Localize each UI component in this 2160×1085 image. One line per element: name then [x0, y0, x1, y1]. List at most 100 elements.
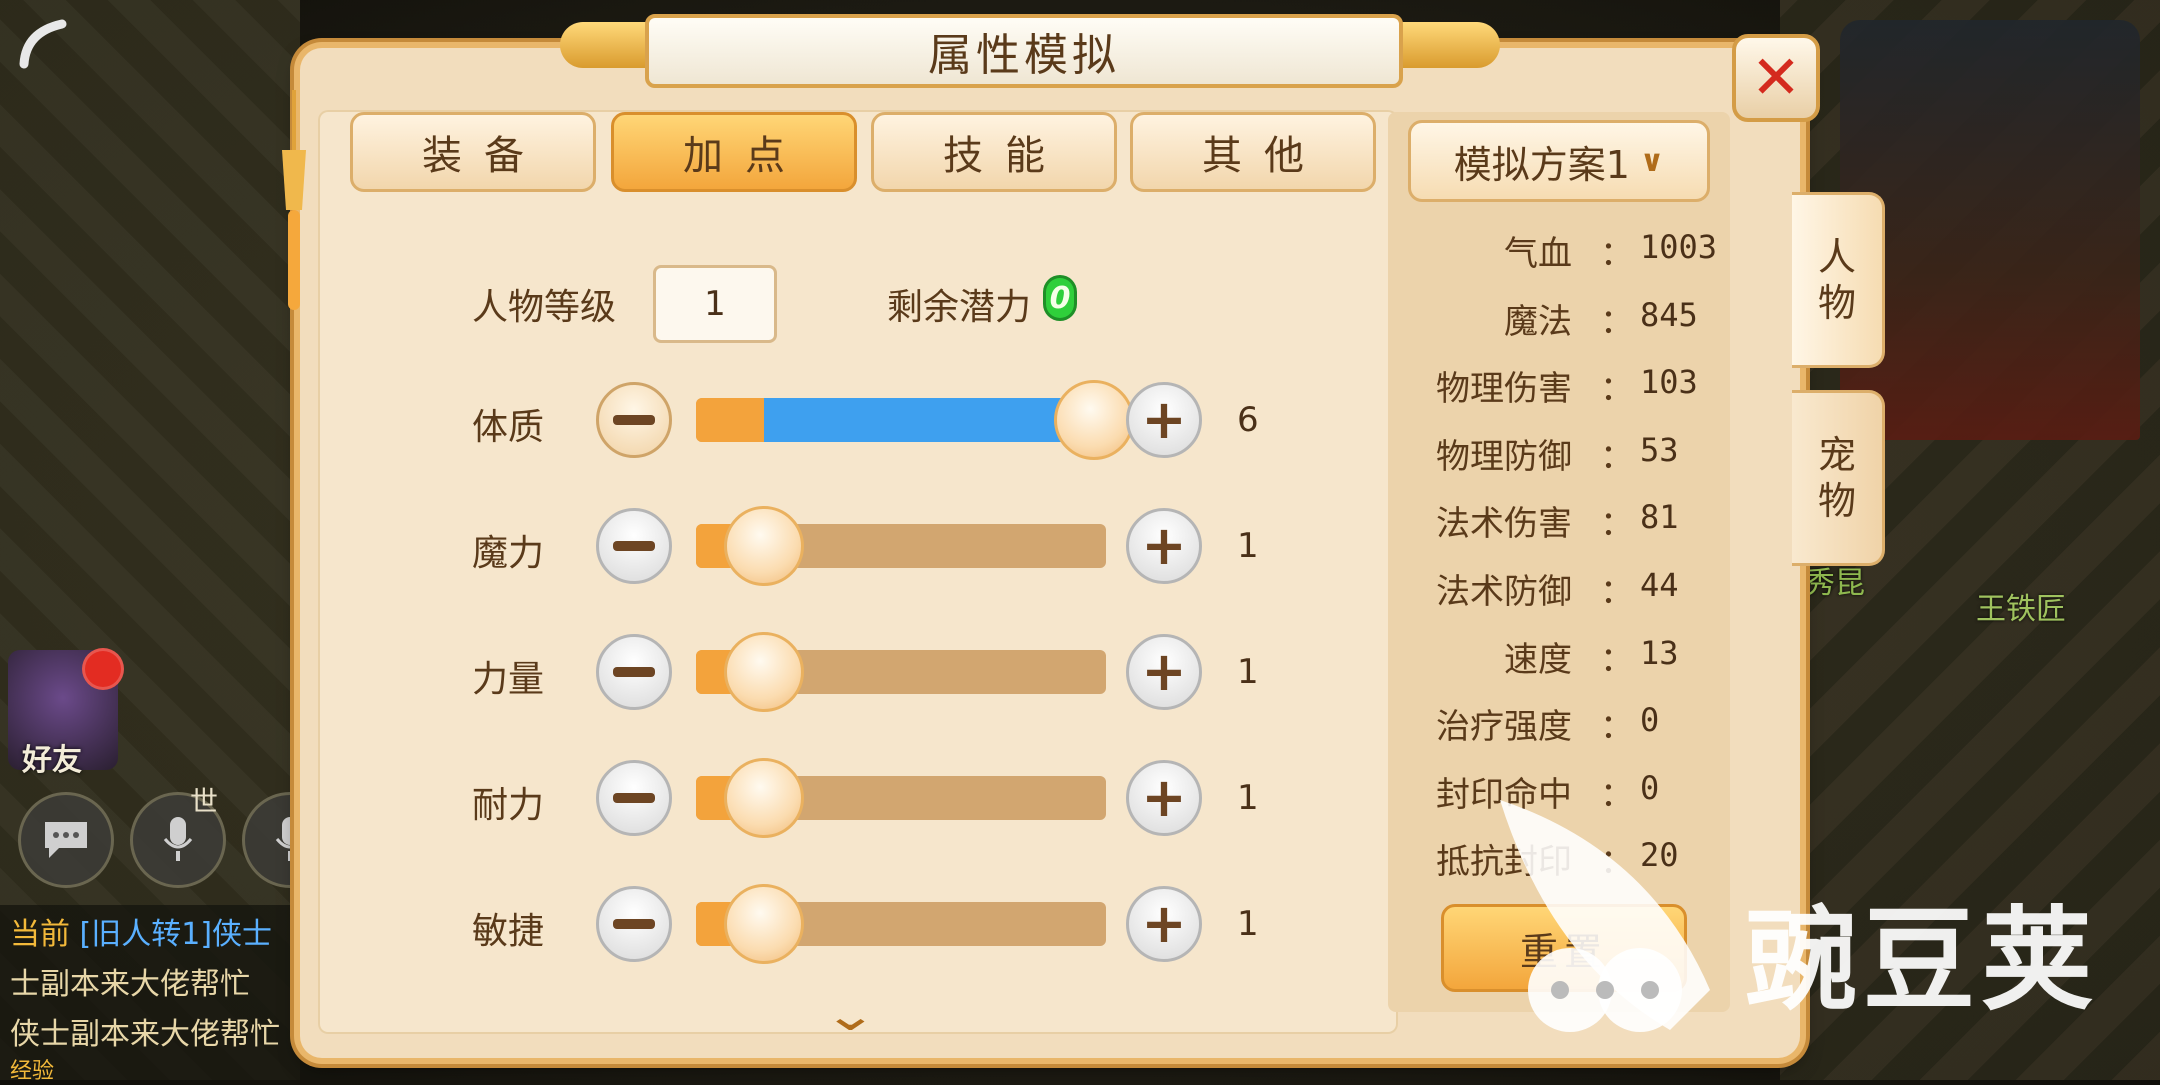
slider-base-fill: [696, 398, 764, 442]
increase-button[interactable]: +: [1126, 634, 1202, 710]
attribute-value: 0: [1640, 701, 1660, 739]
dialog-title: 属性模拟: [928, 30, 1120, 81]
plus-icon: +: [1141, 514, 1187, 577]
plus-icon: +: [1141, 892, 1187, 955]
decrease-button[interactable]: [596, 760, 672, 836]
stat-label: 敏捷: [472, 911, 545, 952]
attribute-colon: ：: [1600, 504, 1634, 544]
attribute-name: 速度: [1504, 640, 1572, 680]
slider-knob[interactable]: [724, 884, 804, 964]
tab-other[interactable]: 其他: [1130, 112, 1376, 192]
decrease-button[interactable]: [596, 634, 672, 710]
attribute-row: 法术防御 ： 44: [1400, 564, 1720, 624]
side-tab-pet-label: 宠物: [1817, 433, 1856, 523]
decrease-button[interactable]: [596, 886, 672, 962]
attribute-row: 法术伤害 ： 81: [1400, 496, 1720, 556]
chat-line: 侠士副本来大佬帮忙: [10, 1017, 280, 1052]
scroll-down-chevron-icon[interactable]: ⌄: [823, 990, 878, 1041]
stat-label: 耐力: [472, 785, 545, 826]
stat-label: 力量: [472, 659, 545, 700]
dialog-title-plaque: 属性模拟: [645, 14, 1403, 88]
npc-name-2[interactable]: 王铁匠: [1976, 584, 2066, 628]
increase-button[interactable]: +: [1126, 886, 1202, 962]
stat-value: 1: [1237, 652, 1259, 692]
slider-knob[interactable]: [1054, 380, 1134, 460]
attribute-value: 13: [1640, 634, 1679, 672]
chat-log[interactable]: 当前 [旧人转1]侠士 士副本来大佬帮忙 侠士副本来大佬帮忙 经验: [0, 905, 320, 1084]
attribute-value: 845: [1640, 296, 1698, 334]
chat-line: 士副本来大佬帮忙: [10, 967, 250, 1002]
stat-label: 魔力: [472, 533, 545, 574]
attribute-row: 魔法 ： 845: [1400, 294, 1720, 354]
tab-equipment[interactable]: 装备: [350, 112, 596, 192]
tab-add-points[interactable]: 加点: [611, 112, 857, 192]
increase-button[interactable]: +: [1126, 508, 1202, 584]
minus-icon: [613, 793, 655, 803]
side-tab-pet[interactable]: 宠物: [1792, 390, 1885, 566]
stat-slider-track[interactable]: [696, 398, 1106, 442]
friend-label[interactable]: 好友: [22, 735, 82, 779]
plan-dropdown[interactable]: 模拟方案1 ∨: [1408, 120, 1710, 202]
attribute-name: 法术伤害: [1436, 504, 1572, 544]
attribute-value: 81: [1640, 498, 1679, 536]
back-arc-icon[interactable]: [14, 14, 74, 74]
increase-button[interactable]: +: [1126, 760, 1202, 836]
watermark-text: 豌豆荚: [1745, 896, 2099, 1026]
plus-icon: +: [1141, 766, 1187, 829]
attribute-row: 物理防御 ： 53: [1400, 429, 1720, 489]
attribute-name: 气血: [1504, 234, 1572, 274]
attribute-value: 103: [1640, 363, 1698, 401]
attribute-colon: ：: [1600, 369, 1634, 409]
attribute-value: 44: [1640, 566, 1679, 604]
level-label: 人物等级: [472, 287, 617, 328]
attribute-colon: ：: [1600, 437, 1634, 477]
tab-skills[interactable]: 技能: [871, 112, 1117, 192]
attribute-value: 53: [1640, 431, 1679, 469]
side-tab-character[interactable]: 人物: [1792, 192, 1885, 368]
slider-knob[interactable]: [724, 506, 804, 586]
stat-value: 1: [1237, 526, 1259, 566]
notification-dot: [82, 648, 124, 690]
attribute-value: 1003: [1640, 228, 1718, 266]
attribute-name: 物理伤害: [1436, 369, 1572, 409]
attribute-row: 气血 ： 1003: [1400, 226, 1720, 286]
attribute-colon: ：: [1600, 302, 1634, 342]
watermark-logo: [1500, 800, 1710, 1032]
minus-icon: [613, 541, 655, 551]
attribute-colon: ：: [1600, 572, 1634, 612]
tassel-ornament-icon: [282, 90, 306, 310]
side-tab-character-label: 人物: [1817, 235, 1856, 325]
attribute-row: 治疗强度 ： 0: [1400, 699, 1720, 759]
attribute-colon: ：: [1600, 234, 1634, 274]
decrease-button[interactable]: [596, 508, 672, 584]
stat-value: 6: [1237, 400, 1259, 440]
slider-knob[interactable]: [724, 632, 804, 712]
attribute-row: 物理伤害 ： 103: [1400, 361, 1720, 421]
attribute-colon: ：: [1600, 640, 1634, 680]
plus-icon: +: [1141, 388, 1187, 451]
minus-icon: [613, 667, 655, 677]
close-icon: ✕: [1750, 43, 1802, 113]
exp-label: 经验: [10, 1059, 55, 1084]
potential-value: 0: [1046, 278, 1074, 318]
close-button[interactable]: ✕: [1732, 34, 1820, 122]
level-input[interactable]: 1: [653, 265, 777, 343]
building-scenery: [1840, 20, 2140, 440]
minus-icon: [613, 919, 655, 929]
decrease-button[interactable]: [596, 382, 672, 458]
chat-line: 当前 [旧人转1]侠士: [10, 917, 273, 952]
stat-label: 体质: [472, 407, 545, 448]
chevron-down-icon: ∨: [1639, 143, 1665, 179]
increase-button[interactable]: +: [1126, 382, 1202, 458]
minus-icon: [613, 415, 655, 425]
attribute-colon: ：: [1600, 707, 1634, 747]
attribute-name: 治疗强度: [1436, 707, 1572, 747]
slider-knob[interactable]: [724, 758, 804, 838]
stat-value: 1: [1237, 778, 1259, 818]
stat-value: 1: [1237, 904, 1259, 944]
potential-label: 剩余潜力: [887, 287, 1032, 328]
plus-icon: +: [1141, 640, 1187, 703]
chat-bubble-icon[interactable]: [18, 792, 114, 888]
world-channel-tag: 世: [190, 785, 219, 818]
attribute-name: 法术防御: [1436, 572, 1572, 612]
